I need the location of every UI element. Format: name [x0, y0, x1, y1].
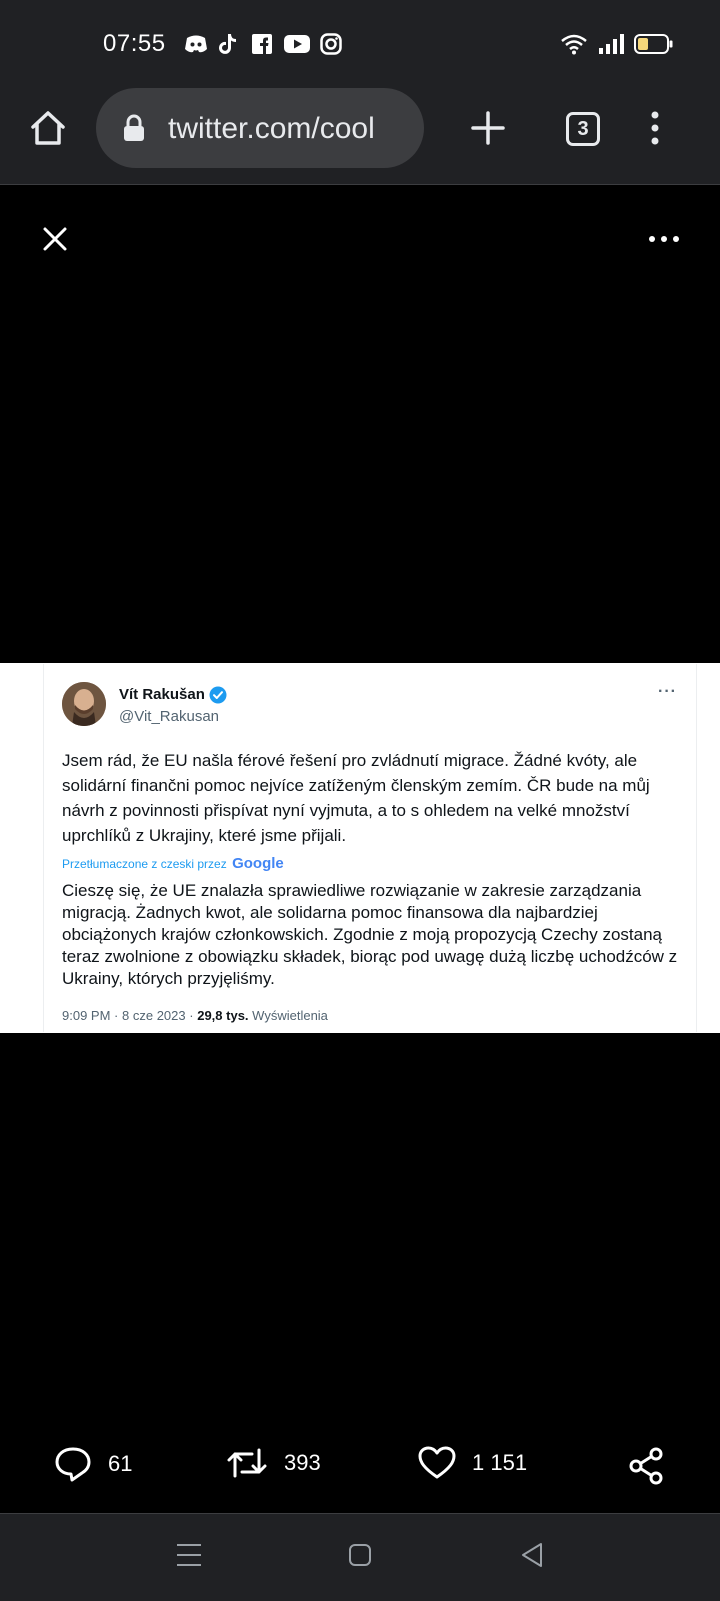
author-name: Vít Rakušan	[119, 686, 205, 703]
retweet-icon	[227, 1448, 267, 1478]
more-icon[interactable]	[648, 234, 680, 244]
like-count: 1 151	[472, 1450, 528, 1475]
new-tab-icon[interactable]	[470, 110, 506, 146]
meta-separator: ·	[114, 1008, 119, 1023]
tweet-time: 9:09 PM	[62, 1008, 111, 1023]
meta-separator: ·	[189, 1008, 194, 1023]
avatar	[62, 682, 106, 726]
back-nav-icon[interactable]	[520, 1542, 544, 1568]
translated-by-label: Przetłumaczone z czeski przez Google	[62, 855, 284, 872]
views-label: Wyświetlenia	[252, 1008, 328, 1023]
tweet-date: 8 cze 2023	[122, 1008, 186, 1023]
tweet-original-text: Jsem rád, že EU našla férové řešení pro …	[62, 751, 650, 845]
reply-count: 61	[108, 1451, 133, 1476]
tiktok-icon	[219, 34, 236, 54]
home-nav-icon[interactable]	[348, 1543, 372, 1567]
tweet-more-icon: ···	[658, 683, 677, 700]
retweet-count: 393	[284, 1450, 321, 1475]
instagram-icon	[320, 33, 342, 55]
reply-icon	[55, 1447, 91, 1482]
signal-icon	[599, 34, 624, 54]
home-icon[interactable]	[28, 108, 68, 148]
verified-badge-icon	[209, 686, 227, 704]
author-handle: @Vit_Rakusan	[119, 708, 220, 725]
recents-menu-icon[interactable]	[176, 1543, 202, 1567]
views-count: 29,8 tys.	[197, 1008, 249, 1023]
translated-by-text: Przetłumaczone z czeski przez	[62, 857, 227, 871]
share-icon[interactable]	[628, 1447, 664, 1485]
discord-icon	[185, 35, 207, 53]
battery-icon	[634, 34, 673, 54]
tab-switcher-button[interactable]: 3	[566, 112, 600, 146]
facebook-icon	[252, 34, 272, 54]
status-time: 07:55	[103, 30, 166, 57]
wifi-icon	[561, 34, 587, 55]
youtube-icon	[284, 35, 310, 53]
heart-icon	[418, 1446, 456, 1479]
url-text[interactable]: twitter.com/cool	[168, 112, 408, 146]
reply-button[interactable]: 61	[54, 1446, 132, 1482]
like-button[interactable]: 1 151	[418, 1446, 527, 1480]
lock-icon	[124, 114, 144, 141]
tweet-meta: 9:09 PM · 8 cze 2023 · 29,8 tys. Wyświet…	[62, 1008, 328, 1023]
google-logo: Google	[232, 855, 284, 872]
tweet-translated-text: Cieszę się, że UE znalazła sprawiedliwe …	[62, 881, 678, 988]
browser-menu-icon[interactable]	[650, 110, 660, 146]
retweet-button[interactable]: 393	[226, 1446, 321, 1480]
close-icon[interactable]	[42, 226, 68, 252]
